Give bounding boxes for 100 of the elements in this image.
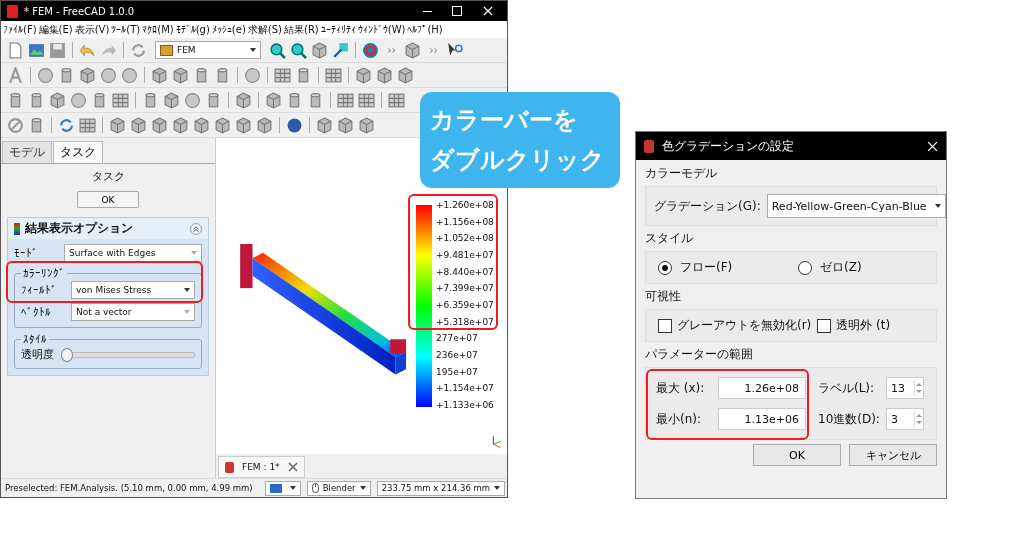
arrow-icon[interactable] — [332, 41, 349, 59]
menu-item[interactable]: ﾍﾙﾌﾟ(H) — [407, 24, 443, 35]
color-bar-label: +1.052e+08 — [436, 233, 494, 244]
workbench-dropdown[interactable]: FEM — [155, 41, 261, 59]
cube-icon[interactable] — [172, 66, 189, 84]
cube-icon[interactable] — [130, 116, 147, 134]
radio-button[interactable] — [658, 260, 672, 275]
vector-dropdown[interactable]: Not a vector — [71, 303, 195, 321]
menu-item[interactable]: ﾒｯｼｭ(e) — [211, 24, 246, 35]
field-label: グラデーション(G): — [654, 197, 761, 215]
cube-icon[interactable] — [311, 41, 328, 59]
ok-button[interactable]: OK — [753, 444, 841, 466]
radio-label: フロー(F) — [680, 259, 733, 276]
grid-icon[interactable] — [112, 91, 129, 109]
checkbox[interactable] — [817, 318, 832, 333]
field-dropdown[interactable]: von Mises Stress — [71, 281, 195, 299]
cube-icon[interactable] — [214, 116, 231, 134]
spin-arrows-icon — [914, 411, 923, 427]
menu-item[interactable]: 編集(E) — [38, 22, 73, 37]
checkbox[interactable] — [658, 318, 672, 333]
mode-dropdown[interactable]: Surface with Edges — [64, 244, 202, 262]
cube-icon[interactable] — [163, 91, 180, 109]
caret-icon — [184, 288, 190, 292]
cube-icon[interactable] — [316, 116, 333, 134]
cube-icon[interactable] — [404, 41, 421, 59]
cube-icon[interactable] — [337, 116, 354, 134]
gradient-dropdown[interactable]: Red-Yellow-Green-Cyan-Blue — [766, 194, 946, 218]
cube-icon[interactable] — [265, 91, 282, 109]
max-input-field[interactable]: 1.26e+08 — [718, 377, 806, 399]
menu-item[interactable]: 表示(V) — [74, 22, 110, 37]
menu-item[interactable]: ﾏｸﾛ(M) — [142, 24, 174, 35]
navigation-dropdown[interactable]: Blender — [306, 480, 371, 496]
caret-icon — [184, 310, 190, 314]
cube-icon[interactable] — [235, 91, 252, 109]
sphere-icon[interactable] — [184, 91, 201, 109]
refresh-icon[interactable] — [130, 41, 147, 59]
menu-item[interactable]: ﾓﾃﾞﾙ(g) — [175, 24, 210, 35]
field-label: ﾓｰﾄﾞ — [14, 246, 39, 260]
menu-item[interactable]: 求解(S) — [247, 22, 282, 37]
cube-icon[interactable] — [397, 66, 414, 84]
caret-icon — [934, 204, 941, 208]
sphere-icon[interactable] — [244, 66, 261, 84]
menu-item[interactable]: ｳｨﾝﾄﾞｳ(W) — [357, 24, 406, 35]
slider-thumb[interactable] — [61, 347, 73, 362]
refresh-icon[interactable] — [58, 116, 75, 134]
dialog-title: 色グラデーションの設定 — [662, 137, 794, 155]
cube-icon[interactable] — [235, 116, 252, 134]
sphere-icon[interactable] — [121, 66, 138, 84]
sphere-icon[interactable] — [100, 66, 117, 84]
caret-icon — [289, 486, 296, 490]
decimals-spinbox[interactable]: 3 — [886, 408, 924, 430]
document-tab[interactable]: FEM : 1* — [218, 456, 305, 478]
callout-text: ダブルクリック — [430, 145, 606, 176]
sphere-icon[interactable] — [70, 91, 87, 109]
cube-icon[interactable] — [376, 66, 393, 84]
cube-icon[interactable] — [355, 66, 372, 84]
draw-style-dropdown[interactable] — [264, 480, 301, 496]
panel-tab[interactable]: モデル — [2, 141, 52, 163]
cube-icon[interactable] — [151, 116, 168, 134]
panel-tab[interactable]: タスク — [53, 141, 103, 163]
zoom-icon[interactable] — [269, 41, 286, 59]
zoom-icon[interactable] — [290, 41, 307, 59]
cube-icon[interactable] — [172, 116, 189, 134]
color-bar-label: +5.318e+07 — [436, 316, 494, 327]
letter-icon[interactable] — [7, 66, 24, 84]
menu-item[interactable]: ﾕｰﾃｨﾘﾃｨ — [320, 24, 356, 35]
labels-spinbox[interactable]: 13 — [886, 377, 924, 399]
dimensions-dropdown[interactable]: 233.75 mm x 214.36 mm — [376, 480, 506, 496]
min-input-field[interactable]: 1.13e+06 — [718, 408, 806, 430]
grid-icon[interactable] — [79, 116, 96, 134]
cancel-button[interactable]: キャンセル — [849, 444, 937, 466]
grid-icon[interactable] — [274, 66, 291, 84]
grid-icon[interactable] — [337, 91, 354, 109]
window-title: * FEM - FreeCAD 1.0.0 — [24, 5, 135, 17]
cube-icon[interactable] — [109, 116, 126, 134]
radio-button[interactable] — [798, 260, 812, 275]
sphere-icon[interactable] — [37, 66, 54, 84]
sphere-icon[interactable] — [286, 116, 303, 134]
section-heading: カラーモデル — [645, 165, 718, 182]
new-document-icon[interactable] — [7, 41, 24, 59]
grid-icon[interactable] — [388, 91, 405, 109]
menu-item[interactable]: ﾂｰﾙ(T) — [111, 24, 141, 35]
cube-icon[interactable] — [49, 91, 66, 109]
group-label: ｶﾗｰﾘﾝｸﾞ — [22, 267, 66, 280]
section-heading: スタイル — [645, 230, 694, 247]
grid-icon[interactable] — [325, 66, 342, 84]
cube-icon[interactable] — [256, 116, 273, 134]
cube-icon[interactable] — [193, 116, 210, 134]
image-icon[interactable] — [28, 41, 45, 59]
save-icon[interactable] — [49, 41, 66, 59]
menu-item[interactable]: ﾌｧｲﾙ(F) — [3, 24, 37, 35]
cube-icon[interactable] — [151, 66, 168, 84]
cube-icon[interactable] — [79, 66, 96, 84]
collapse-button[interactable] — [190, 222, 202, 235]
menu-item[interactable]: 結果(R) — [284, 22, 319, 37]
color-bar[interactable] — [416, 205, 432, 407]
ok-button[interactable]: OK — [77, 191, 139, 208]
cube-icon[interactable] — [358, 116, 375, 134]
section-heading: 可視性 — [645, 288, 682, 305]
grid-icon[interactable] — [358, 91, 375, 109]
